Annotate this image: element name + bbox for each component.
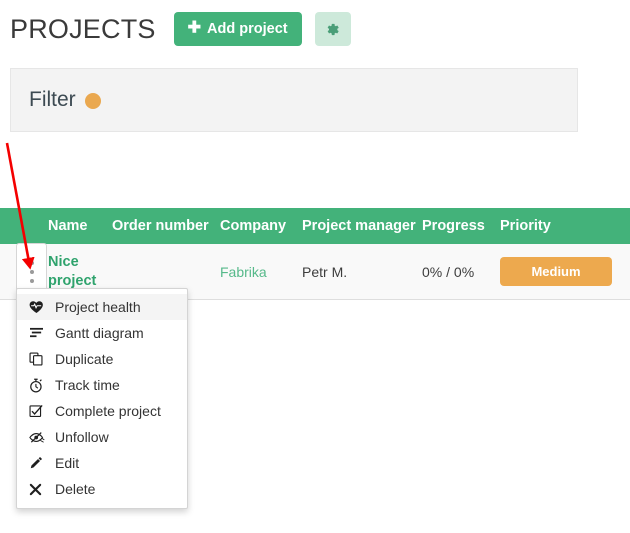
gear-icon [325,22,340,37]
priority-badge[interactable]: Medium [500,257,612,286]
filter-panel[interactable]: Filter [10,68,578,132]
eye-slash-icon [29,431,51,444]
check-square-icon [29,404,51,418]
plus-icon: ✚ [187,19,202,37]
column-header-name[interactable]: Name [48,218,112,234]
menu-item-label: Complete project [55,403,161,419]
projects-table: Name Order number Company Project manage… [0,208,630,300]
column-header-order-number[interactable]: Order number [112,218,220,234]
cell-priority: Medium [500,257,620,286]
column-header-priority[interactable]: Priority [500,218,620,234]
menu-item-label: Duplicate [55,351,114,367]
stopwatch-icon [29,378,51,393]
kebab-dot [29,260,34,265]
menu-item-label: Edit [55,455,80,471]
company-link[interactable]: Fabrika [220,264,267,280]
menu-item-unfollow[interactable]: Unfollow [17,424,187,450]
filled-circle-icon [84,93,101,109]
cell-company: Fabrika [220,264,302,280]
table-header-row: Name Order number Company Project manage… [0,208,630,244]
menu-item-edit[interactable]: Edit [17,450,187,476]
menu-item-project-health[interactable]: Project health [17,294,187,320]
copy-icon [29,352,51,366]
cell-progress: 0% / 0% [422,263,475,280]
kebab-dot [29,269,34,274]
column-header-progress[interactable]: Progress [422,218,500,234]
menu-item-label: Delete [55,481,96,497]
table-header-handle-spacer [0,208,48,244]
times-icon [29,483,51,496]
menu-item-duplicate[interactable]: Duplicate [17,346,187,372]
cell-project-manager: Petr M. [302,263,348,280]
gantt-bars-icon [29,327,51,340]
menu-item-label: Track time [55,377,120,393]
kebab-dot [29,278,34,283]
menu-item-label: Gantt diagram [55,325,144,341]
menu-item-complete-project[interactable]: Complete project [17,398,187,424]
menu-item-label: Unfollow [55,429,109,445]
menu-item-track-time[interactable]: Track time [17,372,187,398]
menu-item-delete[interactable]: Delete [17,476,187,502]
page-header: PROJECTS ✚ Add project [0,0,630,58]
menu-item-label: Project health [55,299,141,315]
column-header-project-manager[interactable]: Project manager [302,218,422,234]
settings-gear-button[interactable] [314,12,351,46]
project-name-link[interactable]: Nice project [48,253,106,291]
add-project-label: Add project [207,21,288,37]
page-title: PROJECTS [10,13,156,44]
cell-name: Nice project [48,253,112,291]
add-project-button[interactable]: ✚ Add project [173,12,302,46]
filter-label: Filter [29,88,76,111]
column-header-company[interactable]: Company [220,218,302,234]
menu-item-gantt-diagram[interactable]: Gantt diagram [17,320,187,346]
heartbeat-icon [29,300,51,314]
row-context-menu: Project health Gantt diagram Duplicate T… [16,288,188,509]
pencil-icon [29,456,51,470]
